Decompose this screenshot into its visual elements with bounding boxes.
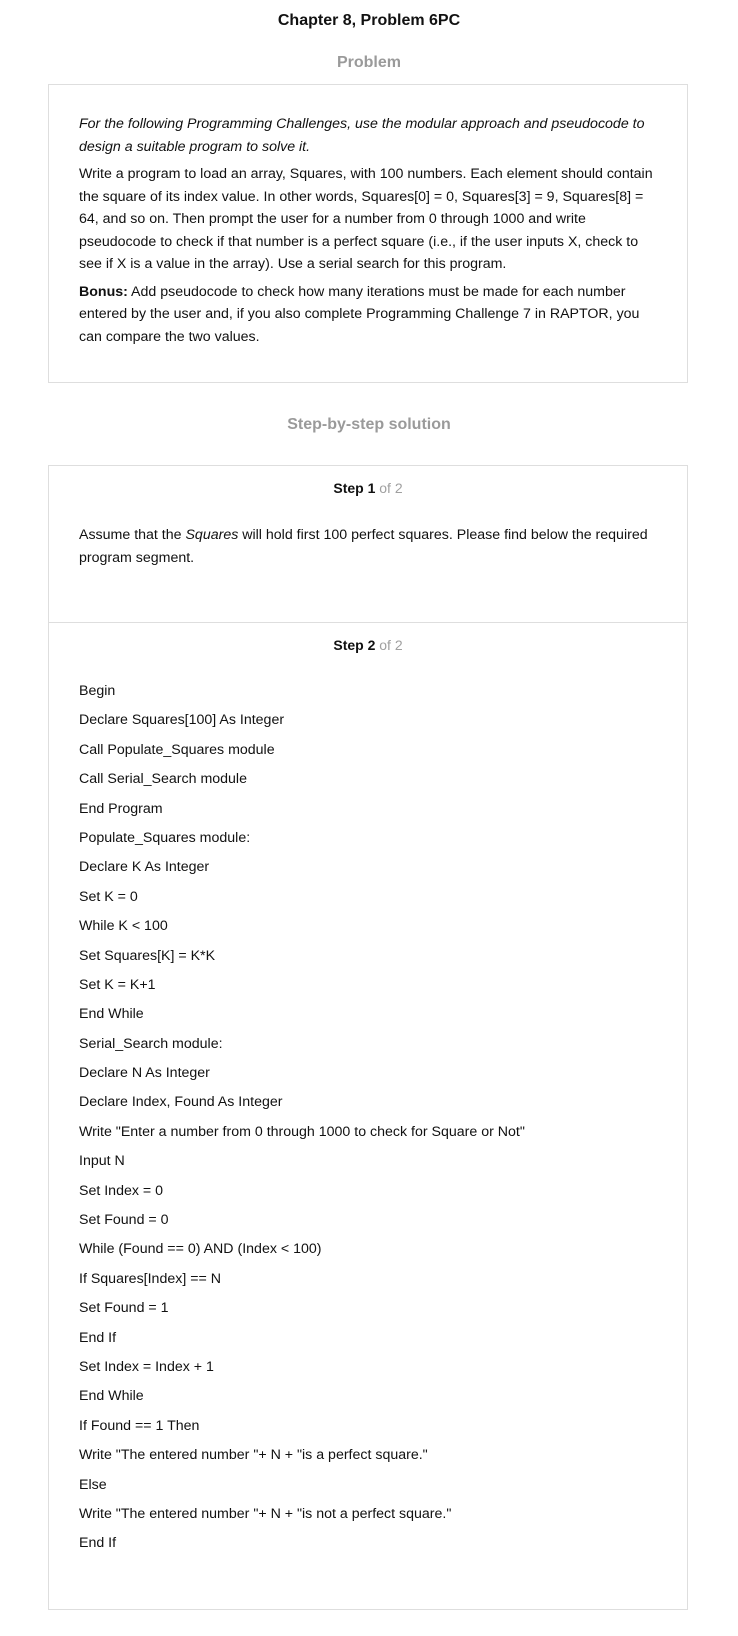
step-2: Step 2 of 2 Begin Declare Squares[100] As… [49,623,687,1610]
problem-body: Write a program to load an array, Square… [79,166,653,272]
pseudocode-line: Declare Index, Found As Integer [79,1094,283,1111]
problem-heading: Problem [336,54,401,71]
pseudocode-line: Write "Enter a number from 0 through 100… [79,1123,525,1140]
step-1-label: Step 1 [333,480,376,496]
step-1: Step 1 of 2 Assume that the Squares will… [49,466,687,623]
pseudocode-line: Declare K As Integer [79,859,210,876]
pseudocode-line: Set Found = 1 [79,1300,169,1317]
problem-bonus: Bonus: Add pseudocode to check how many … [79,281,657,349]
pseudocode-line: Set Index = 0 [79,1182,164,1199]
step-1-text-before: Assume that the [79,527,186,543]
step-2-label: Step 2 [333,637,376,653]
bonus-label: Bonus: [79,283,128,300]
page-title: Chapter 8, Problem 6PC [277,12,461,29]
problem-intro: For the following Programming Challenges… [79,116,645,155]
step-1-header: Step 1 of 2 [49,479,687,497]
pseudocode-line: Write "The entered number "+ N + "is a p… [79,1447,428,1464]
bonus-text: Add pseudocode to check how many iterati… [79,283,640,345]
pseudocode-line: Serial_Search module: [79,1035,223,1052]
steps-box: Step 1 of 2 Assume that the Squares will… [48,465,688,1610]
step-1-of: of 2 [375,480,403,496]
pseudocode-line: End While [79,1006,144,1023]
pseudocode-line: Declare N As Integer [79,1065,210,1082]
pseudocode-line: Populate_Squares module: [79,829,251,846]
pseudocode-line: Declare Squares[100] As Integer [79,712,285,729]
step-1-text-emphasis: Squares [185,527,239,543]
pseudocode-line: Input N [79,1153,125,1170]
solution-heading: Step-by-step solution [287,416,451,433]
pseudocode-line: Set K = K+1 [79,976,156,993]
step-1-text: Assume that the Squares will hold first … [79,524,669,569]
pseudocode-line: Set K = 0 [79,888,138,905]
step-2-of: of 2 [375,637,403,653]
step-2-header: Step 2 of 2 [49,636,687,654]
pseudocode-line: If Found == 1 Then [79,1417,200,1434]
pseudocode-line: Set Found = 0 [79,1212,169,1229]
pseudocode-line: While K < 100 [79,918,168,935]
pseudocode-line: Begin [79,683,116,699]
pseudocode-line: Call Populate_Squares module [79,741,275,758]
pseudocode-line: While (Found == 0) AND (Index < 100) [79,1241,322,1258]
pseudocode-line: Write "The entered number "+ N + "is not… [79,1505,452,1522]
pseudocode-line: If Squares[Index] == N [79,1270,221,1287]
pseudocode-line: End If [79,1535,117,1552]
pseudocode-line: Call Serial_Search module [79,771,247,788]
pseudocode-line: End Program [79,800,163,817]
pseudocode-line: Else [79,1476,107,1493]
pseudocode-line: End If [79,1329,117,1346]
pseudocode-block: Begin Declare Squares[100] As Integer Call… [79,682,669,1564]
pseudocode-line: End While [79,1388,144,1405]
problem-box: For the following Programming Challenges… [48,84,688,383]
pseudocode-line: Set Squares[K] = K*K [79,947,216,964]
pseudocode-line: Set Index = Index + 1 [79,1358,214,1375]
